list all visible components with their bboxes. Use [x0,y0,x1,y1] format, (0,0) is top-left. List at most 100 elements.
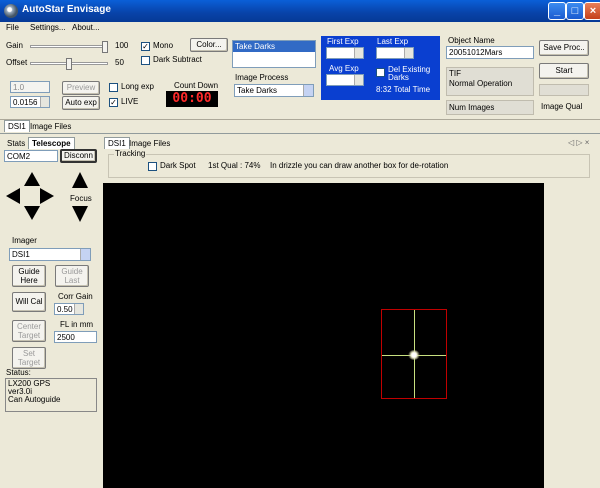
tracking-label: Tracking [114,149,147,158]
save-proc-button[interactable]: Save Proc.. [539,40,589,56]
last-exp-spinner[interactable] [404,48,413,58]
del-darks-label: Del Existing Darks [388,65,431,82]
imager-label: Imager [12,236,37,245]
format-box: TIF Normal Operation [446,67,534,96]
tab-stats[interactable]: Stats [4,138,28,149]
planet-mars [408,350,420,360]
tab-dsi1-top[interactable]: DSI1 [4,120,30,132]
menu-about[interactable]: About... [72,23,100,32]
last-exp-input[interactable]: 30.0 [376,47,414,59]
corr-gain-spinner[interactable] [74,304,83,314]
first-exp-label: First Exp [327,37,359,46]
app-icon [4,4,18,18]
gain-slider-track [30,45,108,48]
guide-here-button[interactable]: Guide Here [12,265,46,287]
menu-file[interactable]: File [6,23,19,32]
status-box: LX200 GPS ver3.0i Can Autoguide [5,378,97,412]
tab-nav-icons[interactable]: ◁ ▷ × [568,138,589,147]
first-exp-spinner[interactable] [354,48,363,58]
avg-exp-input[interactable]: 5 [326,74,364,86]
focus-in-icon[interactable] [72,172,88,188]
mono-label: Mono [153,41,174,50]
down-arrow-icon[interactable] [24,206,40,220]
imager-value: DSI1 [12,250,30,259]
dark-subtract-label: Dark Subtract [153,55,202,64]
preview-button[interactable]: Preview [62,81,100,95]
image-process-label: Image Process [235,73,289,82]
first-qual-text: 1st Qual : 74% [208,161,261,170]
menu-bar: File Settings... About... [0,22,600,36]
maximize-button[interactable]: □ [566,2,584,20]
image-qual-label: Image Qual [541,102,583,111]
chevron-down-icon[interactable] [80,249,90,260]
operation-text: Normal Operation [449,79,513,88]
first-exp-value: 1.0 [329,49,341,58]
gain-label: Gain [6,41,23,50]
left-arrow-icon[interactable] [6,188,20,204]
object-name-input[interactable]: 20051012Mars [446,46,534,59]
center-target-button[interactable]: Center Target [12,320,46,342]
guide-last-button[interactable]: Guide Last [55,265,89,287]
offset-slider[interactable] [66,58,72,70]
pad-center [26,190,38,202]
total-time: 8:32 Total Time [376,85,431,94]
process-list[interactable]: Take Darks [232,40,316,68]
num-images-label: Num Images [449,103,495,112]
title-bar: AutoStar Envisage _ □ × [0,0,600,22]
mono-checkbox[interactable]: ✓ [141,42,150,51]
port-input[interactable]: COM2 [4,150,58,162]
avg-exp-value: 5 [329,76,334,85]
tab-image-files-top[interactable]: Image Files [27,121,74,132]
up-arrow-icon[interactable] [24,172,40,186]
menu-settings[interactable]: Settings... [30,23,66,32]
live-checkbox[interactable]: ✓ [109,98,118,107]
avg-exp-label: Avg Exp [329,64,359,73]
minimize-button[interactable]: _ [548,2,566,20]
fl-input[interactable]: 2500 [54,331,97,343]
imager-select[interactable]: DSI1 [9,248,91,261]
live-label: LIVE [121,97,139,106]
focus-out-icon[interactable] [72,206,88,222]
exposure-input[interactable]: 1.0 [10,81,50,93]
image-process-value: Take Darks [237,86,278,95]
corr-gain-label: Corr Gain [58,292,93,301]
first-exp-input[interactable]: 1.0 [326,47,364,59]
gain-slider[interactable] [102,41,108,53]
exposure2-spinner[interactable] [40,97,49,107]
auto-exp-button[interactable]: Auto exp [62,96,100,110]
chevron-down-icon[interactable] [303,85,313,96]
last-exp-label: Last Exp [377,37,409,46]
countdown-label: Count Down [174,81,219,90]
image-process-select[interactable]: Take Darks [234,84,314,97]
process-list-item[interactable]: Take Darks [233,41,315,52]
avg-exp-spinner[interactable] [354,75,363,85]
dark-spot-checkbox[interactable] [148,162,157,171]
object-name-label: Object Name [448,36,495,45]
disconn-button[interactable]: Disconn [60,149,97,163]
start-button[interactable]: Start [539,63,589,79]
close-button[interactable]: × [584,2,600,20]
status-line: Can Autoguide [8,395,61,404]
gain-value: 100 [115,41,129,50]
image-view[interactable] [103,183,544,488]
focus-label: Focus [70,194,92,203]
offset-label: Offset [6,58,28,67]
left-panel: Stats Telescope COM2 Disconn Focus Image… [0,134,102,488]
dark-subtract-checkbox[interactable] [141,56,150,65]
exposure2-input[interactable]: 0.0156 [10,96,50,108]
offset-value: 50 [115,58,124,67]
will-cal-button[interactable]: Will Cal [12,292,46,312]
last-exp-value: 30.0 [379,49,395,58]
guide-box[interactable] [381,309,447,399]
right-arrow-icon[interactable] [40,188,54,204]
tab-telescope[interactable]: Telescope [28,137,75,149]
color-button[interactable]: Color... [190,38,228,52]
set-target-button[interactable]: Set Target [12,347,46,369]
corr-gain-input[interactable]: 0.50 [54,303,84,315]
long-exp-checkbox[interactable] [109,83,118,92]
status-label: Status: [6,368,31,377]
del-darks-checkbox[interactable] [376,68,385,77]
tab-image-files[interactable]: Image Files [126,138,173,149]
progress-box [539,84,589,96]
fl-label: FL in mm [60,320,94,329]
